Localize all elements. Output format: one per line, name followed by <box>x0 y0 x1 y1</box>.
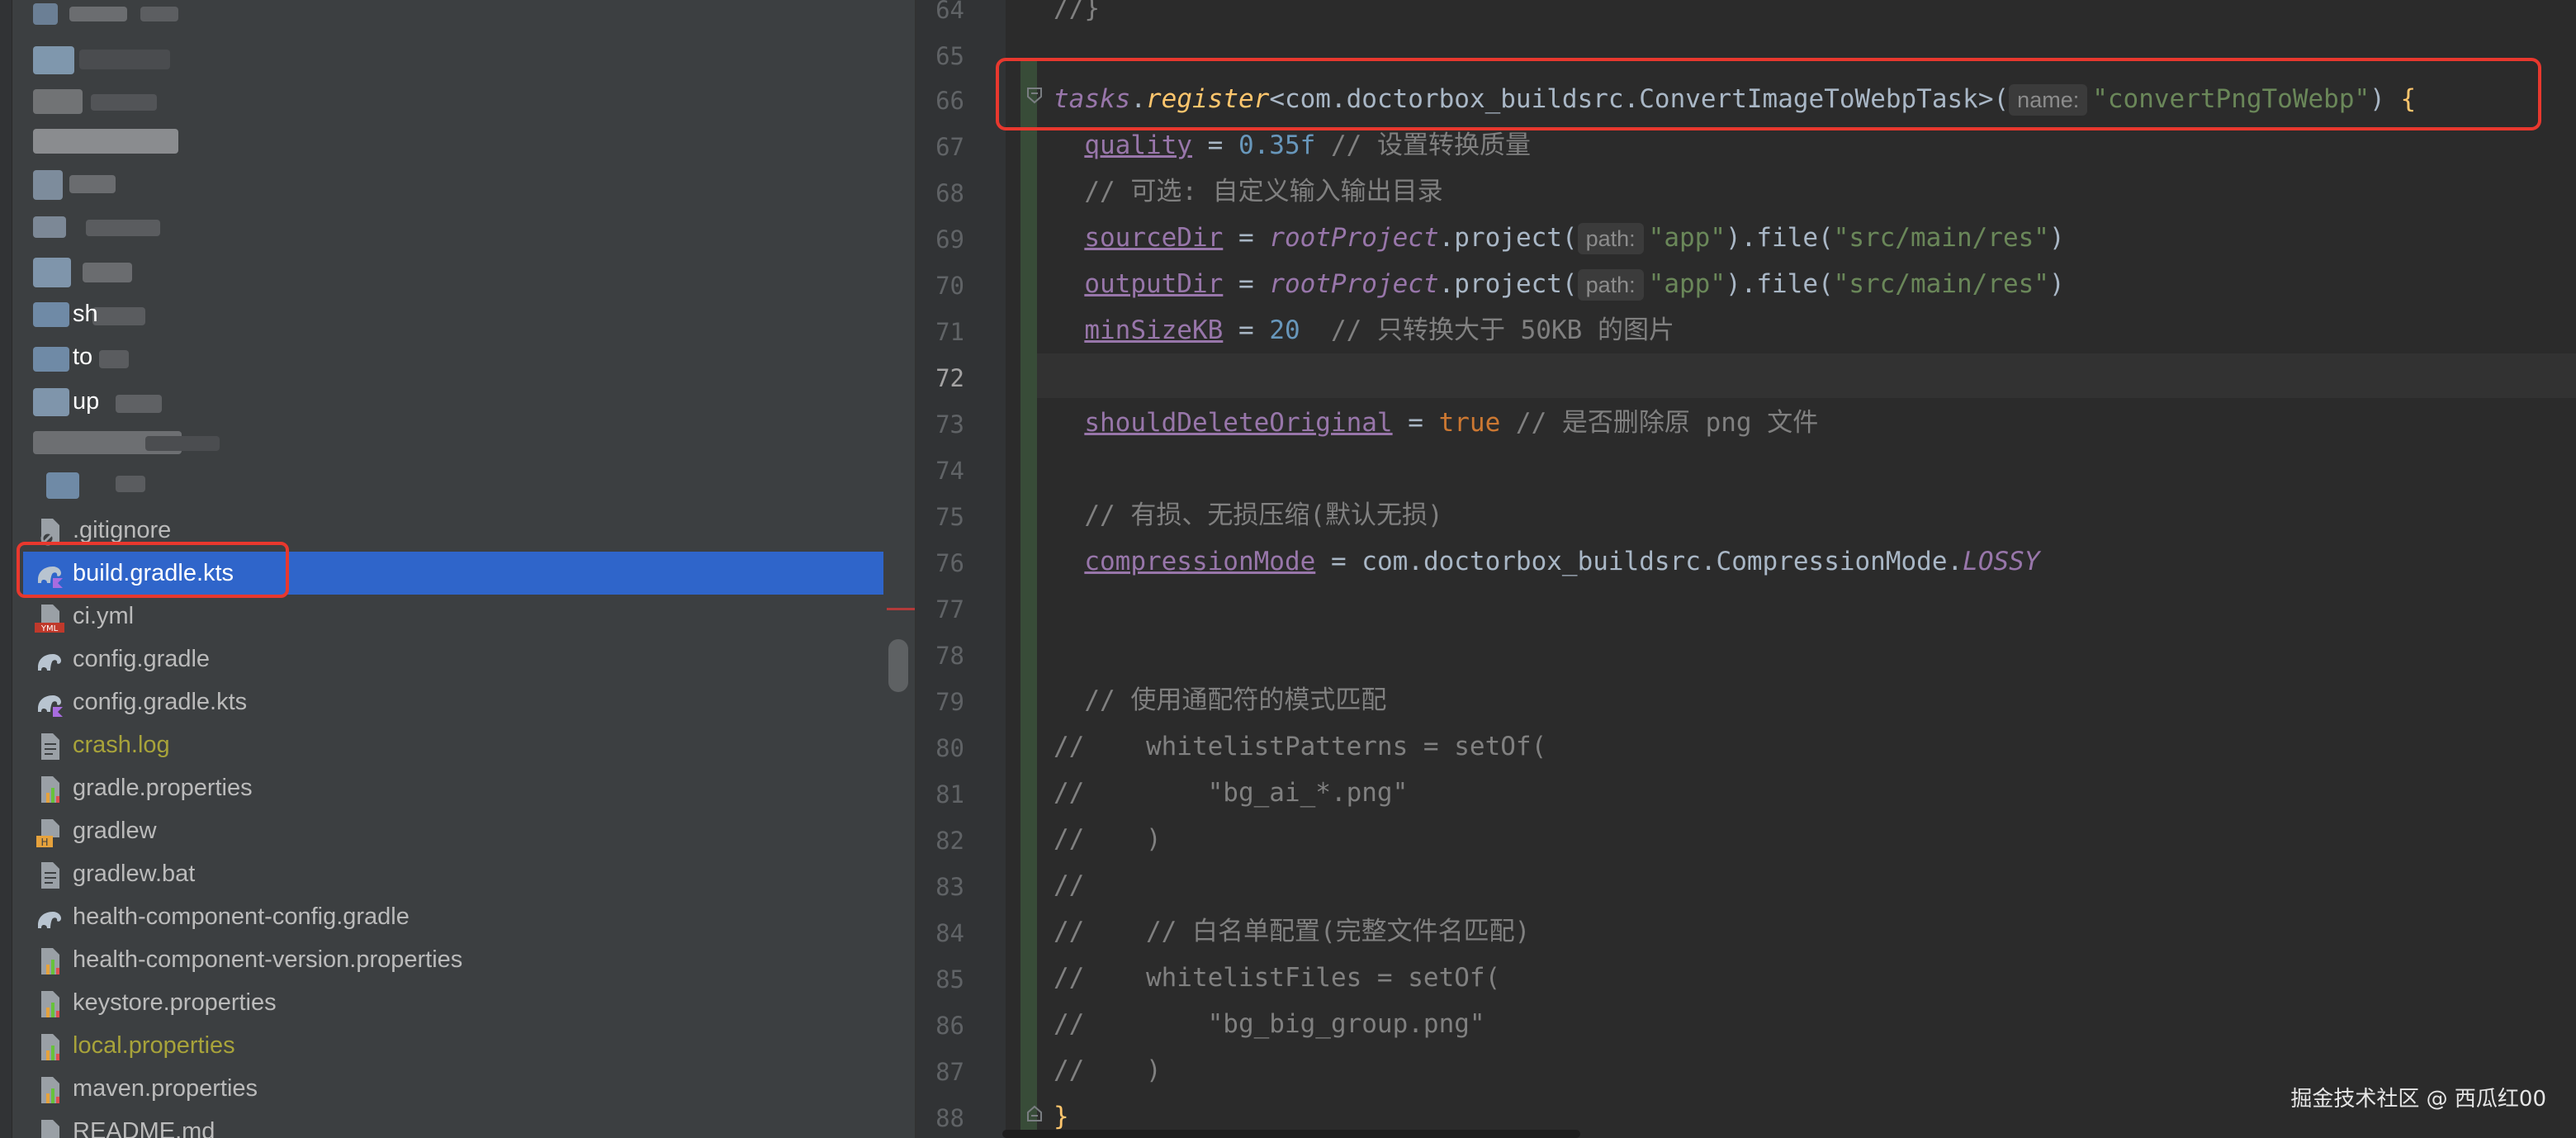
tree-item-local-properties[interactable]: local.properties <box>23 1024 883 1067</box>
properties-file-icon <box>41 1077 59 1103</box>
code-line-81: // "bg_ai_*.png" <box>1054 778 1409 808</box>
tool-window-strip <box>0 0 12 1138</box>
svg-text:H: H <box>40 837 48 847</box>
tree-item-gradle-properties[interactable]: gradle.properties <box>23 766 883 809</box>
tree-item-gradlew-bat[interactable]: gradlew.bat <box>23 852 883 895</box>
code-line-88: } <box>1054 1102 1069 1131</box>
properties-file-icon <box>41 776 59 803</box>
tree-item-health-component-version[interactable]: health-component-version.properties <box>23 938 883 981</box>
tree-scrollbar-thumb[interactable] <box>888 639 908 692</box>
project-tree-panel: sh to up .gitignore build.gradle.kts YML… <box>0 0 915 1138</box>
line-number: 68 <box>935 179 964 207</box>
line-number: 74 <box>935 457 964 485</box>
line-number: 67 <box>935 133 964 161</box>
tree-item-keystore-properties[interactable]: keystore.properties <box>23 981 883 1024</box>
code-line-87: // ) <box>1054 1055 1162 1085</box>
line-number: 73 <box>935 410 964 439</box>
properties-file-icon <box>41 991 59 1017</box>
code-line-75: // 有损、无损压缩(默认无损) <box>1084 500 1443 530</box>
line-number: 82 <box>935 827 964 855</box>
markdown-file-icon: MD <box>41 1120 59 1138</box>
line-number: 85 <box>935 965 964 993</box>
tree-item-gradlew[interactable]: H gradlew <box>23 809 883 852</box>
tree-item-crash-log[interactable]: crash.log <box>23 723 883 766</box>
line-number: 70 <box>935 272 964 300</box>
code-line-69: sourceDir = rootProject.project(path: "ap… <box>1084 223 2065 254</box>
line-number: 77 <box>935 595 964 624</box>
selected-file-highlight <box>17 542 289 598</box>
text-file-icon <box>41 862 59 889</box>
task-register-highlight <box>996 58 2541 130</box>
line-number: 75 <box>935 503 964 531</box>
tree-item-partial-sh[interactable]: sh <box>23 296 883 339</box>
line-number-current: 72 <box>935 364 964 392</box>
vcs-change-marker <box>1020 59 1037 1138</box>
gradle-kotlin-icon <box>38 695 63 717</box>
code-line-68: // 可选: 自定义输入输出目录 <box>1084 177 1443 206</box>
editor-horizontal-scrollbar[interactable] <box>1002 1130 1580 1138</box>
line-number: 80 <box>935 734 964 762</box>
param-hint-path: path: <box>1577 223 1644 254</box>
line-number: 71 <box>935 318 964 346</box>
line-number: 76 <box>935 549 964 577</box>
fold-end-icon[interactable] <box>1025 1105 1044 1123</box>
line-number: 88 <box>935 1104 964 1132</box>
properties-file-icon <box>41 1034 59 1060</box>
line-number: 86 <box>935 1012 964 1040</box>
line-number: 78 <box>935 642 964 670</box>
gradle-icon <box>38 654 61 671</box>
code-line-70: outputDir = rootProject.project(path: "ap… <box>1084 269 2065 301</box>
code-line-73: shouldDeleteOriginal = true // 是否删除原 png… <box>1084 408 1819 438</box>
line-number: 83 <box>935 873 964 901</box>
tree-item-health-component-config[interactable]: health-component-config.gradle <box>23 895 883 938</box>
line-number: 81 <box>935 780 964 808</box>
param-hint-path: path: <box>1577 269 1644 301</box>
line-number: 79 <box>935 688 964 716</box>
svg-text:YML: YML <box>40 624 59 633</box>
tree-item-partial-up[interactable]: up <box>23 382 883 424</box>
properties-file-icon <box>41 948 59 974</box>
code-line-76: compressionMode = com.doctorbox_buildsrc… <box>1084 547 2040 576</box>
line-number: 65 <box>935 42 964 70</box>
tree-item-maven-properties[interactable]: maven.properties <box>23 1067 883 1110</box>
tree-item-config-gradle-kts[interactable]: config.gradle.kts <box>23 680 883 723</box>
code-line-82: // ) <box>1054 824 1162 854</box>
tree-item-config-gradle[interactable]: config.gradle <box>23 638 883 680</box>
shell-script-icon: H <box>36 819 59 847</box>
tree-scrollbar-track[interactable] <box>883 0 915 1138</box>
code-line-84: // // 白名单配置(完整文件名匹配) <box>1054 917 1531 946</box>
gradle-icon <box>38 912 61 928</box>
code-line-83: // <box>1054 870 1085 900</box>
line-number: 87 <box>935 1058 964 1086</box>
text-file-icon <box>41 733 59 760</box>
current-line-highlight <box>1037 353 2576 398</box>
code-line-67: quality = 0.35f // 设置转换质量 <box>1084 130 1531 160</box>
line-number: 64 <box>935 0 964 24</box>
line-number: 84 <box>935 919 964 947</box>
tree-item-partial-to[interactable]: to <box>23 339 883 382</box>
code-line-71: minSizeKB = 20 // 只转换大于 50KB 的图片 <box>1084 315 1674 345</box>
line-number: 69 <box>935 225 964 254</box>
yaml-file-icon: YML <box>35 605 64 633</box>
scroll-marker <box>887 608 915 610</box>
code-line-80: // whitelistPatterns = setOf( <box>1054 732 1547 761</box>
code-line-79: // 使用通配符的模式匹配 <box>1084 685 1387 715</box>
code-line-86: // "bg_big_group.png" <box>1054 1009 1485 1039</box>
code-line-85: // whitelistFiles = setOf( <box>1054 963 1501 993</box>
code-line-64: //} <box>1054 0 1100 23</box>
tree-item-ci-yml[interactable]: YML ci.yml <box>23 595 883 638</box>
watermark: 掘金技术社区 @ 西瓜红00 <box>2290 1087 2546 1112</box>
tree-item-readme[interactable]: MD README.md <box>23 1110 883 1138</box>
line-number: 66 <box>935 87 964 115</box>
